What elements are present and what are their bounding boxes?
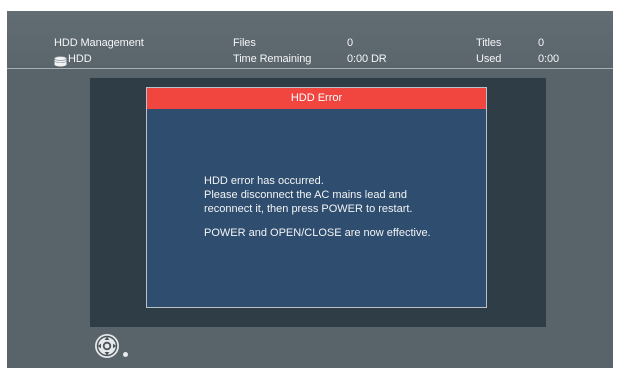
hdd-error-dialog: HDD Error HDD error has occurred. Please… [146, 87, 487, 308]
message-line: POWER and OPEN/CLOSE are now effective. [204, 227, 431, 239]
time-remaining-label: Time Remaining [233, 53, 312, 65]
hdd-icon [54, 54, 67, 67]
nav-indicator-dot [123, 352, 128, 357]
header-divider [7, 68, 613, 69]
files-value: 0 [347, 37, 354, 49]
used-value: 0:00 [538, 53, 560, 65]
message-line: HDD error has occurred. [204, 175, 324, 187]
dialog-title: HDD Error [147, 88, 486, 109]
time-remaining-value: 0:00 DR [347, 53, 387, 65]
remote-navigation-icon [94, 333, 120, 359]
titles-label: Titles [476, 37, 502, 49]
tv-screen: HDD Management HDD Files Time Remaining … [7, 11, 613, 368]
used-label: Used [476, 53, 502, 65]
drive-label: HDD [68, 53, 92, 65]
info-header: HDD Management HDD Files Time Remaining … [7, 11, 613, 67]
message-line: Please disconnect the AC mains lead and [204, 189, 408, 201]
message-line: reconnect it, then press POWER to restar… [204, 203, 413, 215]
files-label: Files [233, 37, 256, 49]
menu-title: HDD Management [54, 37, 144, 49]
dialog-message: HDD error has occurred. Please disconnec… [204, 174, 431, 240]
message-spacer [204, 216, 431, 226]
titles-value: 0 [538, 37, 545, 49]
